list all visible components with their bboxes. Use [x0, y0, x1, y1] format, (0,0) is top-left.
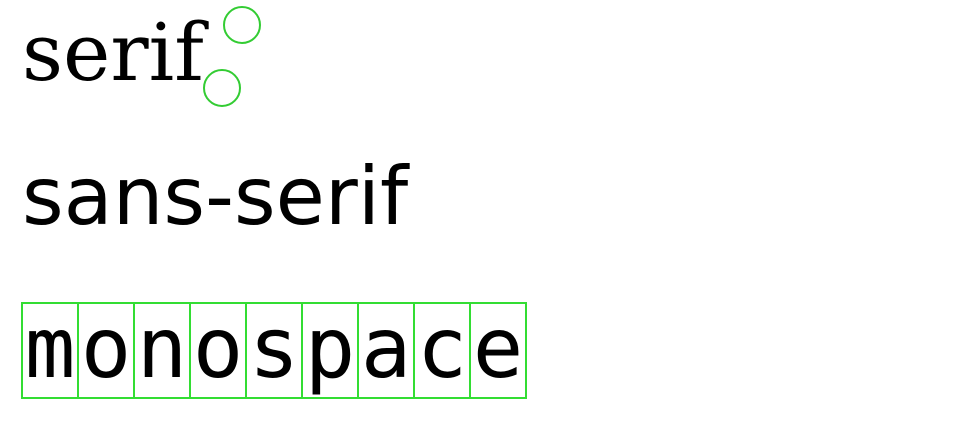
serif-sample-text: serif — [22, 6, 204, 99]
monospace-character-cell: a — [357, 302, 415, 399]
monospace-character-cell: p — [301, 302, 359, 399]
monospace-character-cell: s — [245, 302, 303, 399]
monospace-character-cell: o — [189, 302, 247, 399]
monospace-character-cell: c — [413, 302, 471, 399]
monospace-character-cell: m — [21, 302, 79, 399]
monospace-character-cell: e — [469, 302, 527, 399]
monospace-character-cell: o — [77, 302, 135, 399]
sans-serif-sample-text: sans-serif — [22, 150, 409, 243]
monospace-character-cell: n — [133, 302, 191, 399]
serif-highlight-circle-bottom — [203, 69, 241, 107]
font-sample-canvas: serif sans-serif m o n o s p a c e — [0, 0, 976, 427]
monospace-sample-text: m o n o s p a c e — [21, 302, 527, 399]
serif-highlight-circle-top — [223, 6, 261, 44]
